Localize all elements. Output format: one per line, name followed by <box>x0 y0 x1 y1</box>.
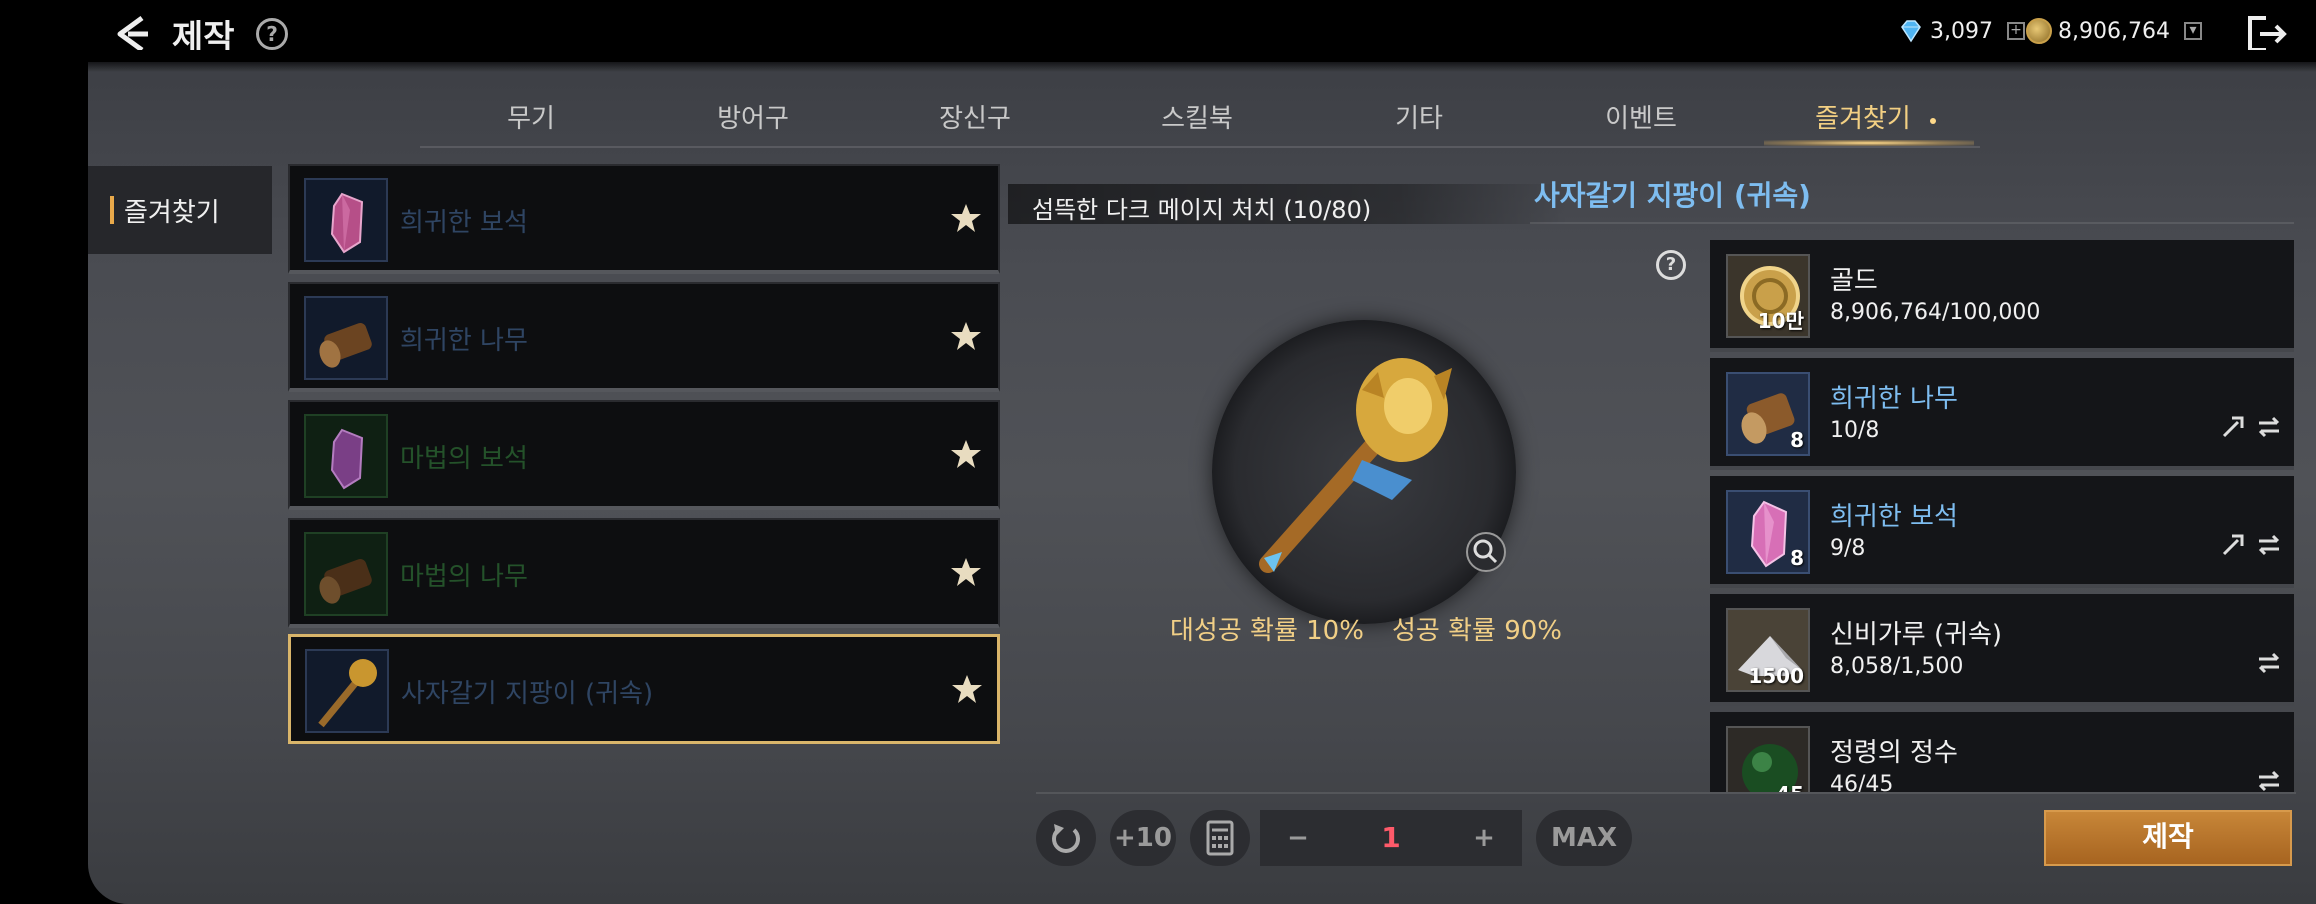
material-name: 정령의 정수 <box>1830 738 1958 768</box>
gem-item-icon <box>304 178 388 262</box>
list-item-name: 마법의 나무 <box>400 562 528 592</box>
material-row[interactable]: 45 정령의 정수 46/45 <box>1710 712 2294 792</box>
tab-favorites[interactable]: 즐겨찾기 <box>1752 98 1974 135</box>
calculator-icon <box>1206 820 1234 856</box>
material-row[interactable]: 8 희귀한 보석 9/8 <box>1710 476 2294 588</box>
gold-currency: 8,906,764 ▾ <box>2026 18 2202 44</box>
item-showcase <box>1212 320 1516 624</box>
list-item[interactable]: 희귀한 보석 <box>288 164 1000 274</box>
material-name: 골드 <box>1830 266 1878 296</box>
exchange-icon[interactable] <box>2256 768 2282 792</box>
material-name: 희귀한 보석 <box>1830 502 1958 532</box>
help-icon[interactable]: ? <box>1656 250 1686 280</box>
gold-coin-icon <box>2026 18 2052 44</box>
wood-log-icon: 8 <box>1726 372 1810 456</box>
divider <box>1036 792 2296 794</box>
favorite-star-icon[interactable] <box>950 202 982 234</box>
tab-etc[interactable]: 기타 <box>1308 98 1530 135</box>
material-row[interactable]: 8 희귀한 나무 10/8 <box>1710 358 2294 470</box>
craft-tool-icon[interactable] <box>2220 414 2246 440</box>
wood-log-icon <box>304 532 388 616</box>
list-item-selected[interactable]: 사자갈기 지팡이 (귀속) <box>288 634 1000 744</box>
material-count: 10/8 <box>1830 418 1880 443</box>
quantity-value[interactable]: 1 <box>1336 810 1446 866</box>
item-title: 사자갈기 지팡이 (귀속) <box>1534 179 1811 212</box>
material-count: 8,906,764/100,000 <box>1830 300 2041 325</box>
panel-torn-edge <box>88 50 2316 72</box>
craft-tool-icon[interactable] <box>2220 532 2246 558</box>
material-quantity: 8 <box>1790 546 1804 570</box>
increase-button[interactable]: + <box>1446 810 1522 866</box>
divider <box>1530 222 2294 224</box>
help-icon[interactable]: ? <box>256 18 288 50</box>
exit-icon[interactable] <box>2246 14 2290 54</box>
material-count: 46/45 <box>1830 772 1894 792</box>
favorite-star-icon[interactable] <box>950 320 982 352</box>
refresh-icon <box>1052 824 1080 853</box>
material-count: 8,058/1,500 <box>1830 654 1964 679</box>
list-item-name: 희귀한 보석 <box>400 208 528 238</box>
sidebar-active-marker <box>110 196 114 224</box>
success-rate: 성공 확률 90% <box>1392 616 1562 646</box>
spirit-essence-icon: 45 <box>1726 726 1810 792</box>
magnify-icon[interactable] <box>1466 532 1506 572</box>
max-button[interactable]: MAX <box>1536 810 1632 866</box>
exchange-icon[interactable] <box>2256 414 2282 440</box>
diamond-icon <box>1901 20 1921 43</box>
tab-armor[interactable]: 방어구 <box>642 98 864 135</box>
materials-list: 10만 골드 8,906,764/100,000 8 희귀한 나무 10/8 8… <box>1710 240 2294 792</box>
tab-skillbook[interactable]: 스킬북 <box>1086 98 1308 135</box>
staff-item-icon <box>305 649 389 733</box>
material-row[interactable]: 1500 신비가루 (귀속) 8,058/1,500 <box>1710 594 2294 706</box>
list-item-name: 사자갈기 지팡이 (귀속) <box>401 679 654 709</box>
add-gem-button[interactable]: + <box>2006 22 2025 40</box>
craft-button[interactable]: 제작 <box>2044 810 2292 866</box>
active-tab-underline <box>1764 140 1974 146</box>
gold-count: 8,906,764 <box>2058 18 2170 44</box>
list-item[interactable]: 마법의 나무 <box>288 518 1000 628</box>
quest-progress: 섬뜩한 다크 메이지 처치 (10/80) <box>1008 184 1568 224</box>
tab-weapon[interactable]: 무기 <box>420 98 642 135</box>
material-count: 9/8 <box>1830 536 1866 561</box>
favorite-star-icon[interactable] <box>951 673 983 705</box>
material-quantity: 10만 <box>1757 309 1804 333</box>
favorite-star-icon[interactable] <box>950 438 982 470</box>
list-item-name: 마법의 보석 <box>400 444 528 474</box>
material-quantity: 45 <box>1776 782 1804 792</box>
lion-staff-icon <box>1259 358 1452 573</box>
sidebar-item-favorites[interactable]: 즐겨찾기 <box>88 166 272 254</box>
mystic-powder-icon: 1500 <box>1726 608 1810 692</box>
list-item-name: 희귀한 나무 <box>400 326 528 356</box>
list-item[interactable]: 마법의 보석 <box>288 400 1000 510</box>
gold-coin-icon: 10만 <box>1726 254 1810 338</box>
exchange-icon[interactable] <box>2256 650 2282 676</box>
material-row[interactable]: 10만 골드 8,906,764/100,000 <box>1710 240 2294 352</box>
reset-button[interactable] <box>1036 810 1096 866</box>
material-name: 희귀한 나무 <box>1830 384 1958 414</box>
tab-event[interactable]: 이벤트 <box>1530 98 1752 135</box>
gold-dropdown-button[interactable]: ▾ <box>2183 22 2202 40</box>
favorite-star-icon[interactable] <box>950 556 982 588</box>
tab-accessory[interactable]: 장신구 <box>864 98 1086 135</box>
material-name: 신비가루 (귀속) <box>1830 620 2003 650</box>
back-arrow-icon[interactable] <box>112 14 152 54</box>
tab-new-dot <box>1930 118 1936 124</box>
gem-item-icon: 8 <box>1726 490 1810 574</box>
wood-log-icon <box>304 296 388 380</box>
gem-count: 3,097 <box>1930 18 1993 44</box>
material-quantity: 1500 <box>1748 664 1804 688</box>
sidebar-item-label: 즐겨찾기 <box>124 198 220 228</box>
great-success-rate: 대성공 확률 10% <box>1170 616 1364 646</box>
gem-currency: 3,097 + <box>1898 18 2025 44</box>
plus10-button[interactable]: +10 <box>1110 810 1176 866</box>
gem-item-icon <box>304 414 388 498</box>
list-item[interactable]: 희귀한 나무 <box>288 282 1000 392</box>
exchange-icon[interactable] <box>2256 532 2282 558</box>
category-tabs: 무기 방어구 장신구 스킬북 기타 이벤트 즐겨찾기 <box>420 88 1980 148</box>
decrease-button[interactable]: − <box>1260 810 1336 866</box>
calculator-button[interactable] <box>1190 810 1250 866</box>
material-quantity: 8 <box>1790 428 1804 452</box>
